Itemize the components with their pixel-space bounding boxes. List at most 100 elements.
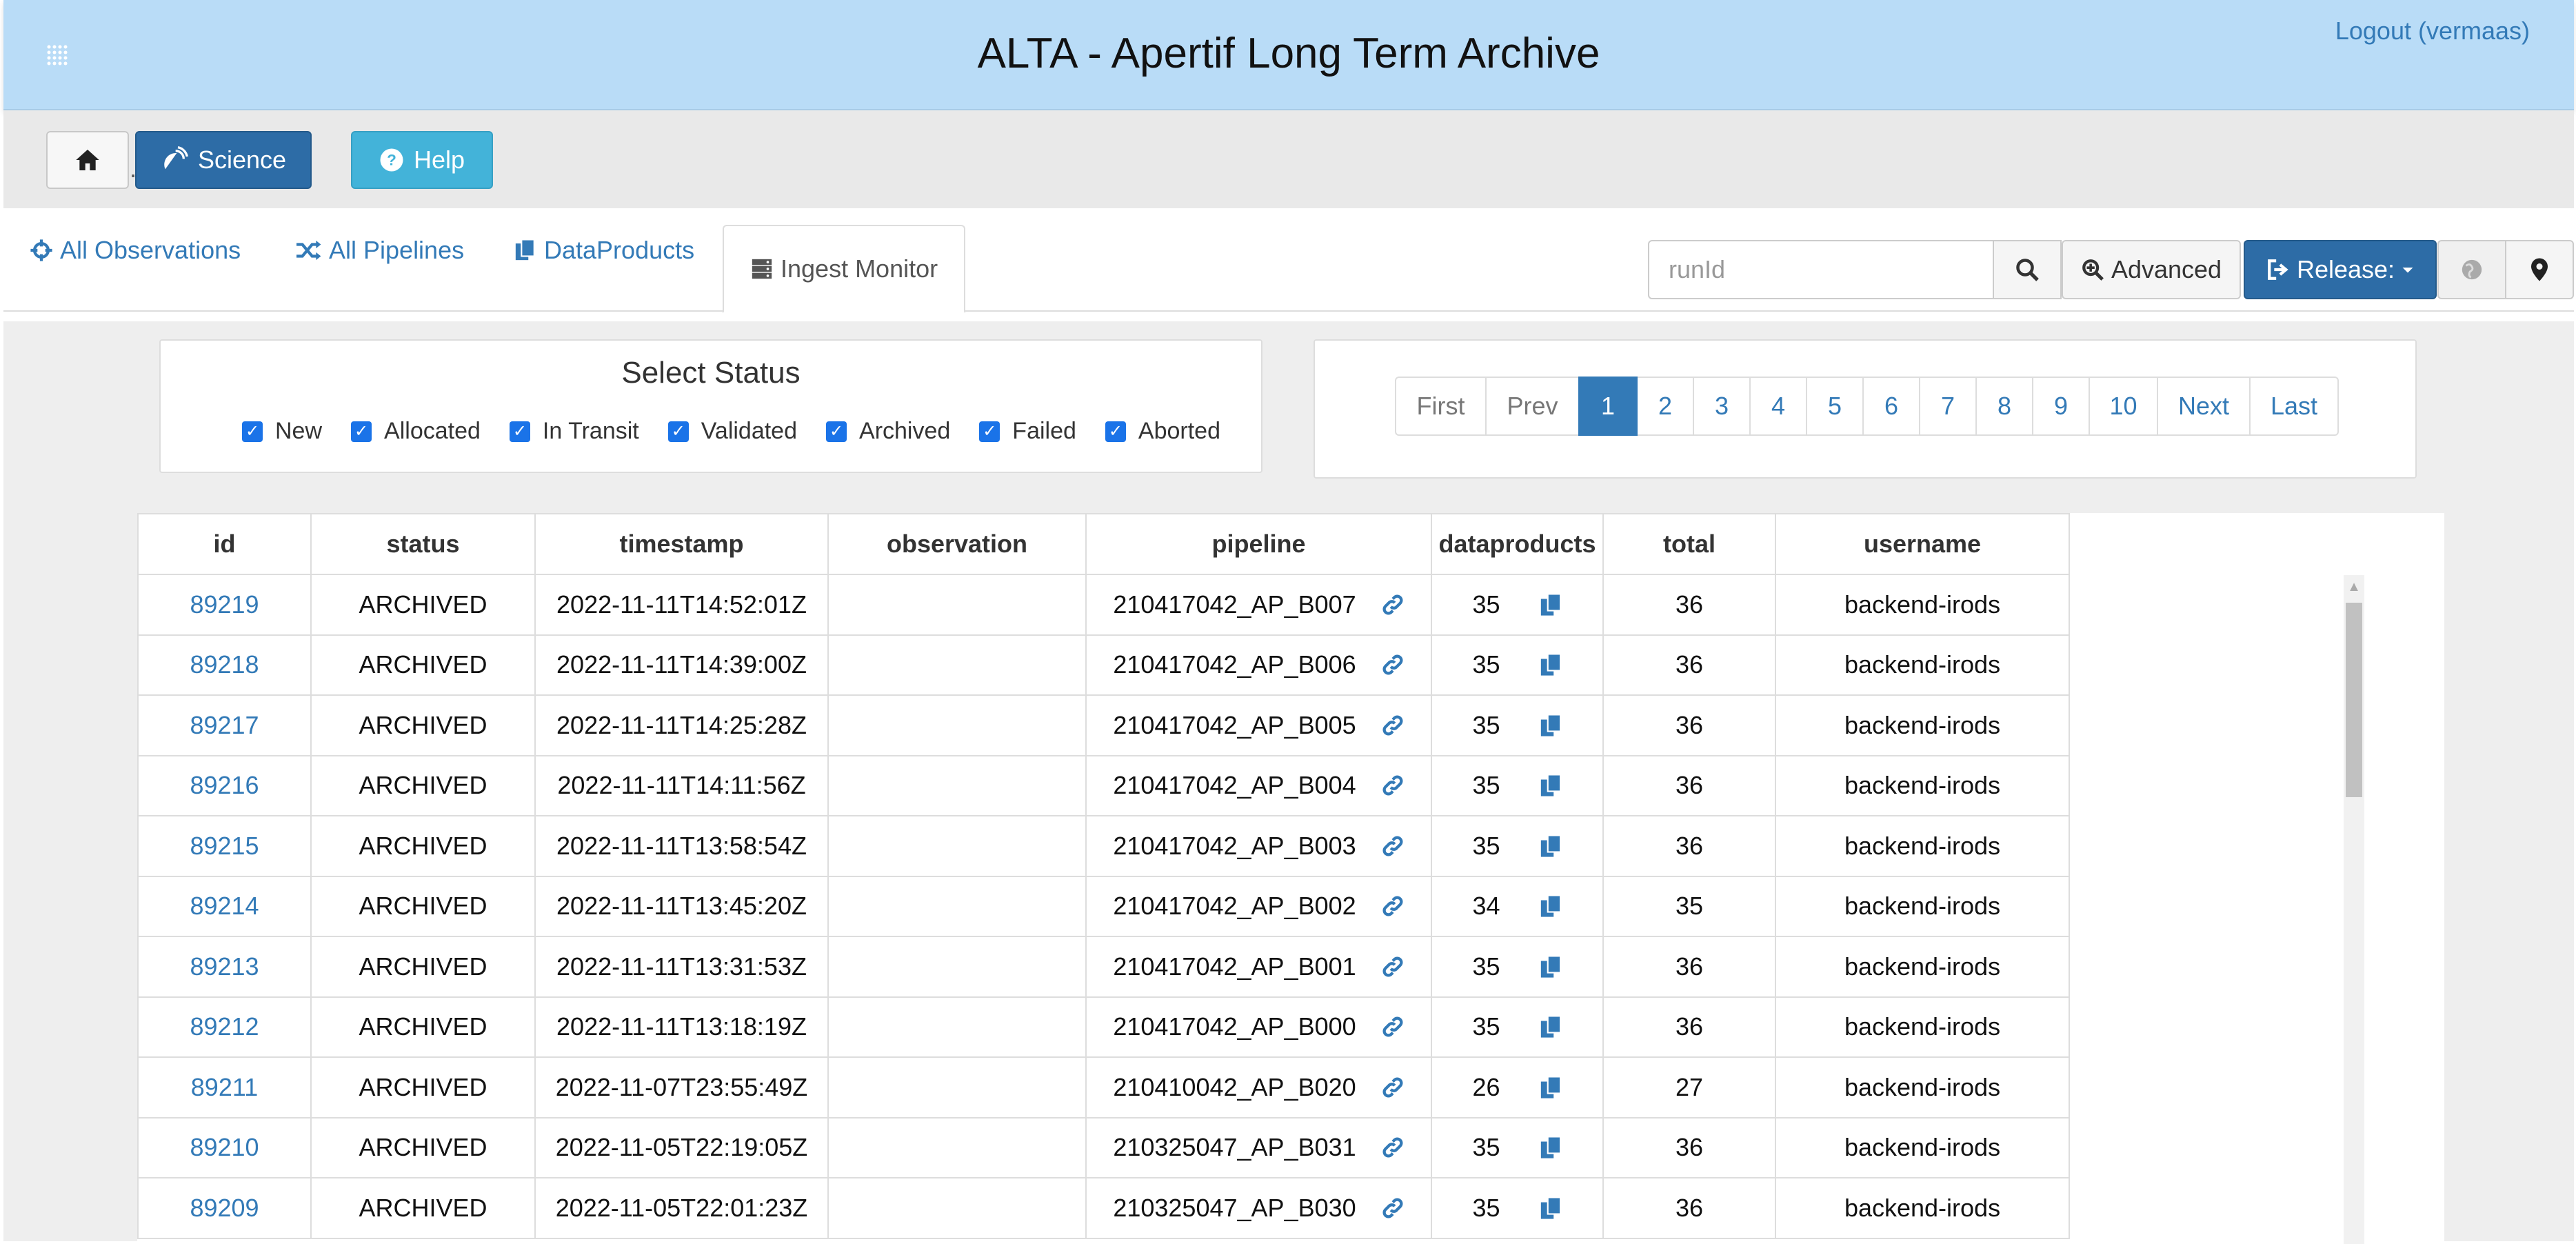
scrollbar-thumb[interactable] <box>2346 603 2362 797</box>
home-button[interactable] <box>46 131 129 189</box>
row-observation <box>827 694 1087 756</box>
page-next[interactable]: Next <box>2157 377 2251 436</box>
row-username: backend-irods <box>1775 574 2070 636</box>
checkbox-checked-icon[interactable]: ✓ <box>979 421 1000 442</box>
search-button[interactable] <box>1993 240 2062 299</box>
files-icon[interactable] <box>1539 653 1562 676</box>
page-8[interactable]: 8 <box>1975 377 2033 436</box>
files-icon[interactable] <box>1539 955 1562 979</box>
checkbox-checked-icon[interactable]: ✓ <box>351 421 372 442</box>
page-last[interactable]: Last <box>2249 377 2339 436</box>
row-id-link[interactable]: 89216 <box>137 754 312 816</box>
status-option-validated[interactable]: ✓ Validated <box>667 418 797 445</box>
row-id-link[interactable]: 89217 <box>137 694 312 756</box>
files-icon[interactable] <box>1539 714 1562 737</box>
science-button[interactable]: Science <box>135 131 312 189</box>
status-option-allocated[interactable]: ✓ Allocated <box>351 418 481 445</box>
files-icon[interactable] <box>1539 593 1562 616</box>
page-7[interactable]: 7 <box>1919 377 1977 436</box>
checkbox-checked-icon[interactable]: ✓ <box>242 421 263 442</box>
help-button[interactable]: ? Help <box>351 131 493 189</box>
logout-link[interactable]: Logout (vermaas) <box>2335 17 2530 46</box>
files-icon[interactable] <box>1539 774 1562 797</box>
column-header[interactable]: id <box>137 513 312 575</box>
column-header[interactable]: total <box>1602 513 1776 575</box>
page-first[interactable]: First <box>1395 377 1487 436</box>
row-username: backend-irods <box>1775 634 2070 696</box>
status-option-aborted[interactable]: ✓ Aborted <box>1105 418 1220 445</box>
ingest-table: id status timestamp observation pipeline… <box>137 513 2070 1239</box>
column-header[interactable]: observation <box>827 513 1087 575</box>
files-icon[interactable] <box>1539 894 1562 918</box>
link-icon[interactable] <box>1381 1136 1405 1159</box>
tab-all-pipelines[interactable]: All Pipelines <box>294 236 464 265</box>
row-observation <box>827 996 1087 1058</box>
page-3[interactable]: 3 <box>1693 377 1751 436</box>
column-header[interactable]: username <box>1775 513 2070 575</box>
checkbox-checked-icon[interactable]: ✓ <box>667 421 689 442</box>
runid-search-input[interactable] <box>1648 240 1994 299</box>
row-id-link[interactable]: 89213 <box>137 936 312 998</box>
link-icon[interactable] <box>1381 1076 1405 1099</box>
checkbox-checked-icon[interactable]: ✓ <box>826 421 847 442</box>
link-icon[interactable] <box>1381 1015 1405 1039</box>
row-dataproducts: 35 <box>1472 831 1500 860</box>
link-icon[interactable] <box>1381 593 1405 616</box>
tab-dataproducts[interactable]: DataProducts <box>514 236 694 265</box>
link-icon[interactable] <box>1381 653 1405 676</box>
page-4[interactable]: 4 <box>1749 377 1807 436</box>
files-icon[interactable] <box>1539 1015 1562 1039</box>
row-id-link[interactable]: 89219 <box>137 574 312 636</box>
row-total: 27 <box>1602 1056 1776 1118</box>
table-scrollbar[interactable]: ▲ <box>2344 575 2364 1244</box>
page-2[interactable]: 2 <box>1636 377 1694 436</box>
link-icon[interactable] <box>1381 774 1405 797</box>
files-icon[interactable] <box>1539 1196 1562 1220</box>
row-id-link[interactable]: 89210 <box>137 1116 312 1178</box>
page-1[interactable]: 1 <box>1578 377 1638 436</box>
files-icon[interactable] <box>1539 1076 1562 1099</box>
scroll-up-icon[interactable]: ▲ <box>2344 579 2364 595</box>
column-header[interactable]: pipeline <box>1085 513 1432 575</box>
status-option-in-transit[interactable]: ✓ In Transit <box>509 418 639 445</box>
tab-ingest-monitor[interactable]: Ingest Monitor <box>723 225 966 313</box>
row-id-link[interactable]: 89214 <box>137 875 312 937</box>
row-dataproducts: 35 <box>1472 1193 1500 1222</box>
page-9[interactable]: 9 <box>2032 377 2090 436</box>
column-header[interactable]: status <box>310 513 536 575</box>
row-observation <box>827 936 1087 998</box>
page-prev[interactable]: Prev <box>1485 377 1580 436</box>
release-dropdown-button[interactable]: Release: <box>2244 240 2437 299</box>
files-icon[interactable] <box>1539 1136 1562 1159</box>
status-option-new[interactable]: ✓ New <box>242 418 322 445</box>
row-id-link[interactable]: 89218 <box>137 634 312 696</box>
status-option-archived[interactable]: ✓ Archived <box>826 418 950 445</box>
row-id-link[interactable]: 89209 <box>137 1177 312 1239</box>
checkbox-checked-icon[interactable]: ✓ <box>509 421 530 442</box>
checkbox-checked-icon[interactable]: ✓ <box>1105 421 1126 442</box>
advanced-search-button[interactable]: Advanced <box>2062 240 2241 299</box>
page-5[interactable]: 5 <box>1806 377 1864 436</box>
map-marker-button[interactable] <box>2505 240 2574 299</box>
page-10[interactable]: 10 <box>2089 377 2158 436</box>
pipeline-cell-content: 210417042_AP_B006 <box>1087 650 1430 679</box>
row-id-link[interactable]: 89211 <box>137 1056 312 1118</box>
row-timestamp: 2022-11-11T13:18:19Z <box>534 996 829 1058</box>
link-icon[interactable] <box>1381 955 1405 979</box>
status-option-failed[interactable]: ✓ Failed <box>979 418 1076 445</box>
page-6[interactable]: 6 <box>1862 377 1920 436</box>
row-status: ARCHIVED <box>310 574 536 636</box>
pagination-panel: First Prev 1 2 3 4 5 6 7 8 9 10 Next Las… <box>1314 339 2417 479</box>
column-header[interactable]: timestamp <box>534 513 829 575</box>
globe-button[interactable] <box>2437 240 2506 299</box>
row-username: backend-irods <box>1775 996 2070 1058</box>
tab-all-observations[interactable]: All Observations <box>30 236 241 265</box>
files-icon[interactable] <box>1539 834 1562 858</box>
link-icon[interactable] <box>1381 714 1405 737</box>
link-icon[interactable] <box>1381 1196 1405 1220</box>
link-icon[interactable] <box>1381 834 1405 858</box>
row-id-link[interactable]: 89215 <box>137 815 312 877</box>
row-id-link[interactable]: 89212 <box>137 996 312 1058</box>
link-icon[interactable] <box>1381 894 1405 918</box>
column-header[interactable]: dataproducts <box>1431 513 1604 575</box>
